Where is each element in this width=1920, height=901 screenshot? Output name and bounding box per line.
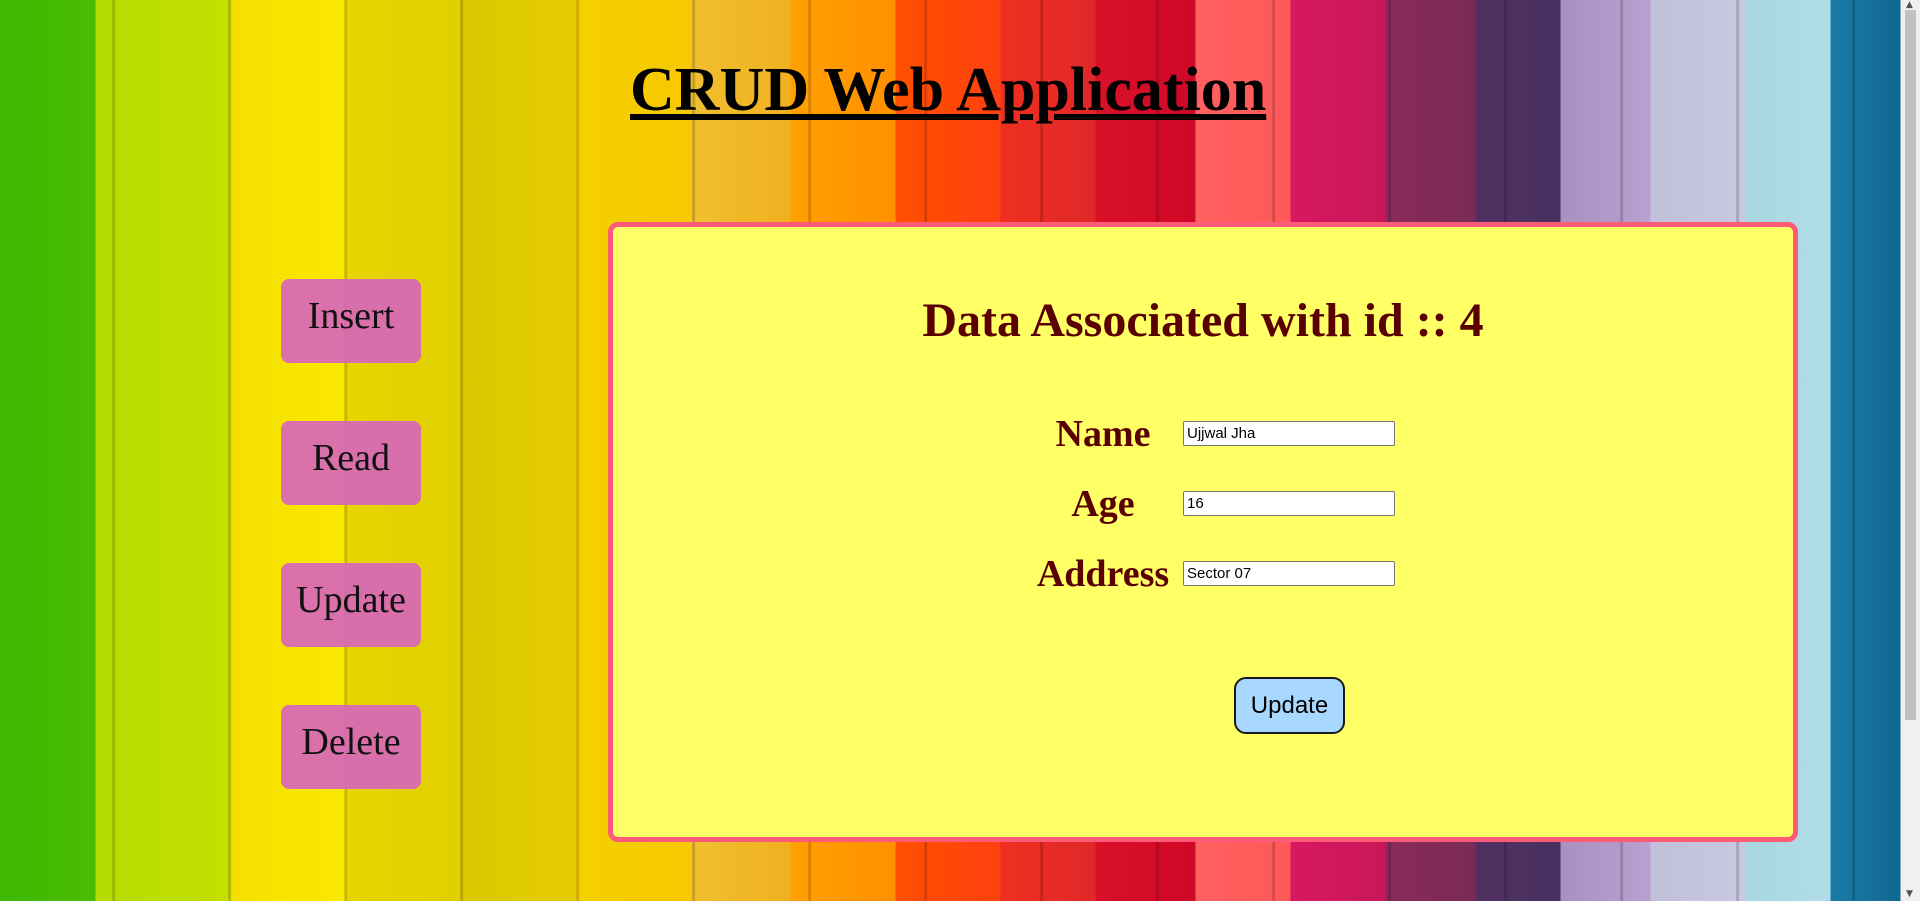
update-form-panel: Data Associated with id :: 4 Name Age Ad… xyxy=(608,222,1798,842)
panel-heading: Data Associated with id :: 4 xyxy=(922,294,1484,347)
read-button[interactable]: Read xyxy=(281,421,421,505)
insert-button[interactable]: Insert xyxy=(281,279,421,363)
age-input[interactable] xyxy=(1183,491,1395,516)
address-input[interactable] xyxy=(1183,561,1395,586)
page-title: CRUD Web Application xyxy=(630,56,1267,124)
delete-button[interactable]: Delete xyxy=(281,705,421,789)
scrollbar-thumb[interactable] xyxy=(1905,10,1916,720)
scroll-down-icon[interactable]: ▼ xyxy=(1906,889,1913,899)
update-nav-button[interactable]: Update xyxy=(281,563,421,647)
vertical-scrollbar[interactable]: ▲ ▼ xyxy=(1901,0,1920,901)
age-label: Age xyxy=(1071,483,1135,525)
name-input[interactable] xyxy=(1183,421,1395,446)
name-label: Name xyxy=(1055,413,1151,455)
address-label: Address xyxy=(1036,553,1170,595)
scroll-up-icon[interactable]: ▲ xyxy=(1906,0,1913,10)
update-submit-button[interactable]: Update xyxy=(1234,677,1345,734)
